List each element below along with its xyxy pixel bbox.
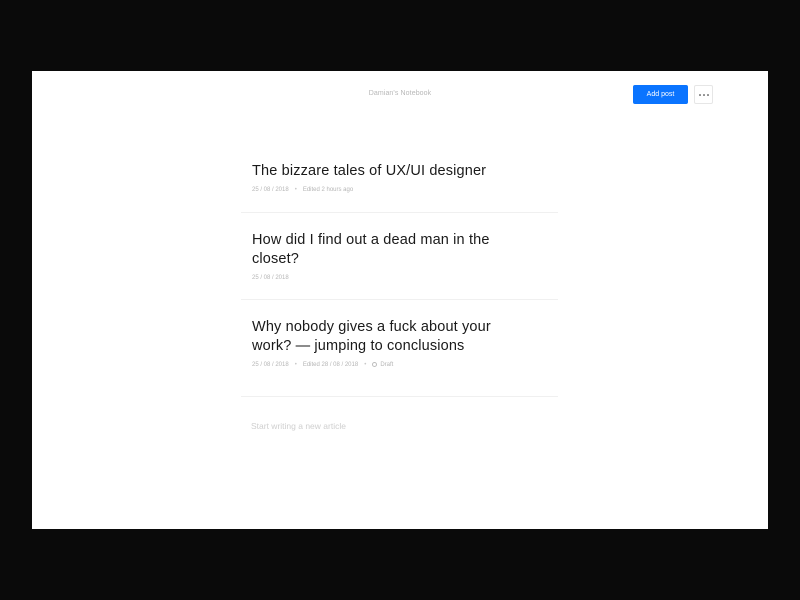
more-horizontal-icon bbox=[699, 94, 709, 96]
post-item[interactable]: How did I find out a dead man in the clo… bbox=[241, 231, 561, 281]
post-date: 25 / 08 / 2018 bbox=[252, 362, 289, 369]
post-edited: Edited 28 / 08 / 2018 bbox=[302, 362, 359, 369]
post-meta: 25 / 08 / 2018 • Edited 28 / 08 / 2018 • Dra… bbox=[252, 362, 561, 368]
draft-icon bbox=[372, 362, 378, 367]
post-title[interactable]: The bizzare tales of UX/UI designer bbox=[252, 162, 561, 181]
post-edited: Edited 2 hours ago bbox=[302, 187, 354, 193]
post-divider bbox=[241, 212, 558, 213]
more-options-button[interactable] bbox=[694, 85, 713, 104]
post-divider bbox=[241, 396, 558, 397]
post-meta: 25 / 08 / 2018 • Edited 2 hours ago bbox=[252, 187, 561, 193]
post-date: 25 / 08 / 2018 bbox=[252, 275, 289, 281]
post-item[interactable]: Why nobody gives a fuck about your work?… bbox=[241, 318, 561, 368]
post-date: 25 / 08 / 2018 bbox=[252, 187, 289, 193]
new-article-input[interactable] bbox=[251, 421, 561, 431]
meta-separator: • bbox=[294, 187, 297, 193]
post-divider bbox=[241, 299, 558, 300]
notebook-window: Damian's Notebook Add post The bizzare t… bbox=[32, 71, 768, 529]
meta-separator: • bbox=[364, 362, 367, 369]
post-meta: 25 / 08 / 2018 bbox=[252, 275, 561, 281]
post-title[interactable]: Why nobody gives a fuck about your work?… bbox=[252, 318, 522, 356]
meta-separator: • bbox=[294, 362, 297, 369]
post-item[interactable]: The bizzare tales of UX/UI designer 25 /… bbox=[241, 162, 561, 193]
post-title[interactable]: How did I find out a dead man in the clo… bbox=[252, 231, 522, 269]
add-post-button[interactable]: Add post bbox=[633, 85, 688, 104]
post-status: Draft bbox=[380, 362, 394, 369]
